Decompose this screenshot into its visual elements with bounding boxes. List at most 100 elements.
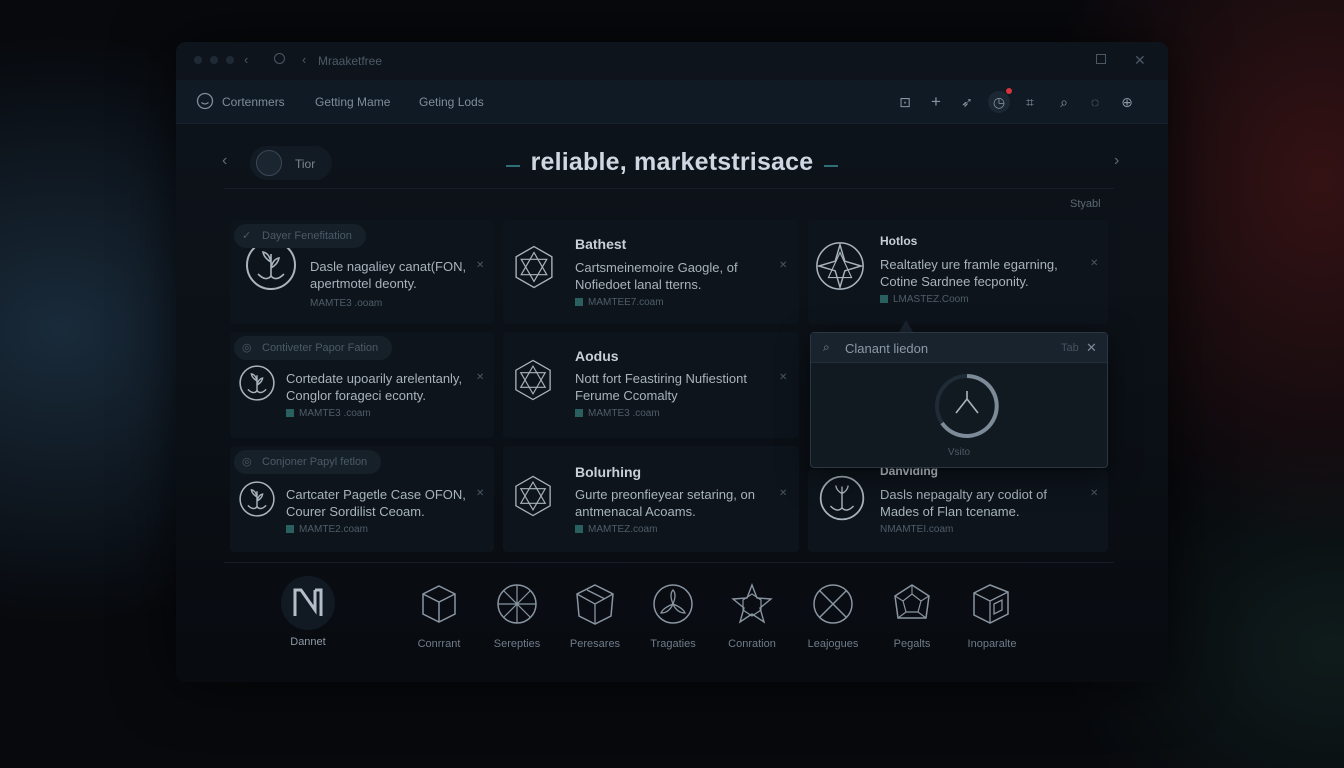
maximize-icon[interactable] xyxy=(1096,54,1106,64)
card-tag: ◎ Conjoner Papyl fetlon xyxy=(234,450,382,474)
card-action-icon[interactable]: ✕ xyxy=(476,372,484,383)
geometric-star-icon xyxy=(515,359,551,401)
listing-card[interactable]: Bathest Cartsmeinemoire Gaogle, of Nofie… xyxy=(503,220,799,324)
listing-card[interactable]: ✓ Dayer Fenefitation Dasle nagaliey canat… xyxy=(230,220,494,324)
compass-star-icon xyxy=(816,242,864,290)
popup-status: Vsito xyxy=(947,447,971,458)
card-description: Dasle nagaliey canat(FON, apertmotel deo… xyxy=(310,259,467,291)
card-action-icon[interactable]: ✕ xyxy=(779,260,787,271)
link-square-icon xyxy=(575,409,583,417)
rocket-icon[interactable]: ➶ xyxy=(956,91,978,113)
plant-hand-icon xyxy=(239,365,275,401)
link-square-icon xyxy=(880,295,888,303)
category-peresares[interactable]: Peresares xyxy=(555,582,635,650)
globe-icon[interactable]: ⊕ xyxy=(1116,91,1138,113)
window-minimize-dot[interactable] xyxy=(210,56,218,64)
close-icon[interactable]: ✕ xyxy=(1086,340,1097,356)
popup-pointer xyxy=(899,320,913,332)
category-tragaties[interactable]: Tragaties xyxy=(633,582,713,650)
listing-card[interactable]: Aodus Nott fort Feastiring Nufiestiont F… xyxy=(503,332,799,438)
card-action-icon[interactable]: ✕ xyxy=(476,488,484,499)
card-tag: ◎ Contiveter Papor Fation xyxy=(234,336,393,360)
card-link[interactable]: NMAMTEI.coam xyxy=(880,524,953,535)
listing-card[interactable]: Danviding Dasls nepagalty ary codiot of … xyxy=(808,464,1108,552)
add-icon[interactable]: + xyxy=(925,91,947,113)
card-action-icon[interactable]: ✕ xyxy=(1090,488,1098,499)
link-square-icon xyxy=(575,525,583,533)
window-close-dot[interactable] xyxy=(194,56,202,64)
page-title: reliable, marketstrisace xyxy=(530,148,814,176)
card-action-icon[interactable]: ✕ xyxy=(476,260,484,271)
popup-header: ⌕ Clanant liedon Tab ✕ xyxy=(811,333,1107,363)
popup-tab[interactable]: Tab xyxy=(1061,342,1079,354)
back-icon[interactable]: ‹ xyxy=(244,52,248,67)
card-action-icon[interactable]: ✕ xyxy=(779,488,787,499)
card-heading: Hotlos xyxy=(880,234,918,248)
nav-item-getting-started[interactable]: Getting Mame xyxy=(315,95,390,109)
category-inoparalte[interactable]: Inoparalte xyxy=(952,582,1032,650)
geometric-star-icon xyxy=(515,245,553,289)
link-square-icon xyxy=(575,298,583,306)
listing-card[interactable]: Bolurhing Gurte preonfieyear setaring, o… xyxy=(503,446,799,552)
loading-spinner-icon xyxy=(935,374,999,438)
card-link[interactable]: MAMTE3 .coam xyxy=(575,408,660,419)
card-description: Cartcater Pagetle Case OFON, Courer Sord… xyxy=(286,487,466,519)
brand-logo-icon xyxy=(281,576,335,630)
listing-card[interactable]: ◎ Contiveter Papor Fation Cortedate upoar… xyxy=(230,332,494,438)
category-label: Conration xyxy=(728,638,776,650)
category-pegalts[interactable]: Pegalts xyxy=(872,582,952,650)
grid-icon[interactable]: ⌗ xyxy=(1019,91,1041,113)
card-link[interactable]: MAMTE3 .coam xyxy=(286,408,371,419)
category-dannet[interactable]: Dannet xyxy=(268,576,348,648)
card-link[interactable]: MAMTE3 .ooam xyxy=(310,298,382,309)
header-divider xyxy=(224,188,1114,189)
category-label: Conrrant xyxy=(417,638,461,650)
category-conration[interactable]: Conration xyxy=(712,582,792,650)
card-link[interactable]: MAMTEZ.coam xyxy=(575,524,657,535)
propeller-icon xyxy=(653,584,693,624)
chevron-left-icon[interactable]: ‹ xyxy=(302,52,306,67)
card-link[interactable]: MAMTE2.coam xyxy=(286,524,368,535)
card-description: Cortedate upoarily arelentanly, Conglor … xyxy=(286,371,463,403)
dodecahedron-icon xyxy=(894,584,930,619)
geometric-star-icon xyxy=(515,475,551,517)
card-description: Realtatley ure framle egarning, Cotine S… xyxy=(880,257,1058,289)
close-icon[interactable]: ✕ xyxy=(1134,52,1146,69)
quick-view-popup: ⌕ Clanant liedon Tab ✕ Vsito xyxy=(810,332,1108,468)
category-label: Pegalts xyxy=(893,638,931,650)
reload-icon[interactable] xyxy=(274,53,285,64)
bookmark-icon[interactable]: ⊡ xyxy=(894,91,916,113)
chat-icon[interactable]: ◌ xyxy=(1084,91,1106,113)
top-navigation: Cortenmers Getting Mame Geting Lods ⊡ + … xyxy=(176,80,1168,124)
category-label: Tragaties xyxy=(650,638,696,650)
next-arrow-icon[interactable]: › xyxy=(1114,152,1119,170)
nav-item-getting-lods[interactable]: Geting Lods xyxy=(419,95,484,109)
card-heading: Bolurhing xyxy=(575,464,642,480)
card-action-icon[interactable]: ✕ xyxy=(1090,258,1098,269)
card-action-icon[interactable]: ✕ xyxy=(779,372,787,383)
window-title: Mraaketfree xyxy=(318,54,383,68)
cube-icon xyxy=(422,585,456,623)
smiley-logo-icon[interactable] xyxy=(196,92,214,110)
popup-title: Clanant liedon xyxy=(845,341,929,356)
category-conrrant[interactable]: Conrrant xyxy=(399,582,479,650)
search-icon[interactable]: ⌕ xyxy=(1053,91,1075,113)
title-bar: ‹ ‹ Mraaketfree ✕ xyxy=(176,42,1168,80)
notification-badge xyxy=(1006,88,1012,94)
cross-circle-icon xyxy=(813,584,853,624)
category-leajogues[interactable]: Leajogues xyxy=(793,582,873,650)
sort-label[interactable]: Styabl xyxy=(1070,198,1101,210)
nav-item-customers[interactable]: Cortenmers xyxy=(222,95,285,109)
card-link[interactable]: LMASTEZ.Coom xyxy=(880,294,969,305)
listing-card[interactable]: Hotlos Realtatley ure framle egarning, C… xyxy=(808,220,1108,324)
card-heading: Aodus xyxy=(575,348,619,364)
card-description: Cartsmeinemoire Gaogle, of Nofiedoet lan… xyxy=(575,260,738,292)
category-serepties[interactable]: Serepties xyxy=(477,582,557,650)
search-icon[interactable]: ⌕ xyxy=(823,340,830,355)
window-maximize-dot[interactable] xyxy=(226,56,234,64)
history-icon[interactable]: ◷ xyxy=(988,91,1010,113)
listing-card[interactable]: ◎ Conjoner Papyl fetlon Cartcater Pagetle… xyxy=(230,446,494,552)
card-link[interactable]: MAMTEE7.coam xyxy=(575,297,664,308)
category-label: Dannet xyxy=(290,636,326,648)
title-rule-right xyxy=(824,165,838,167)
